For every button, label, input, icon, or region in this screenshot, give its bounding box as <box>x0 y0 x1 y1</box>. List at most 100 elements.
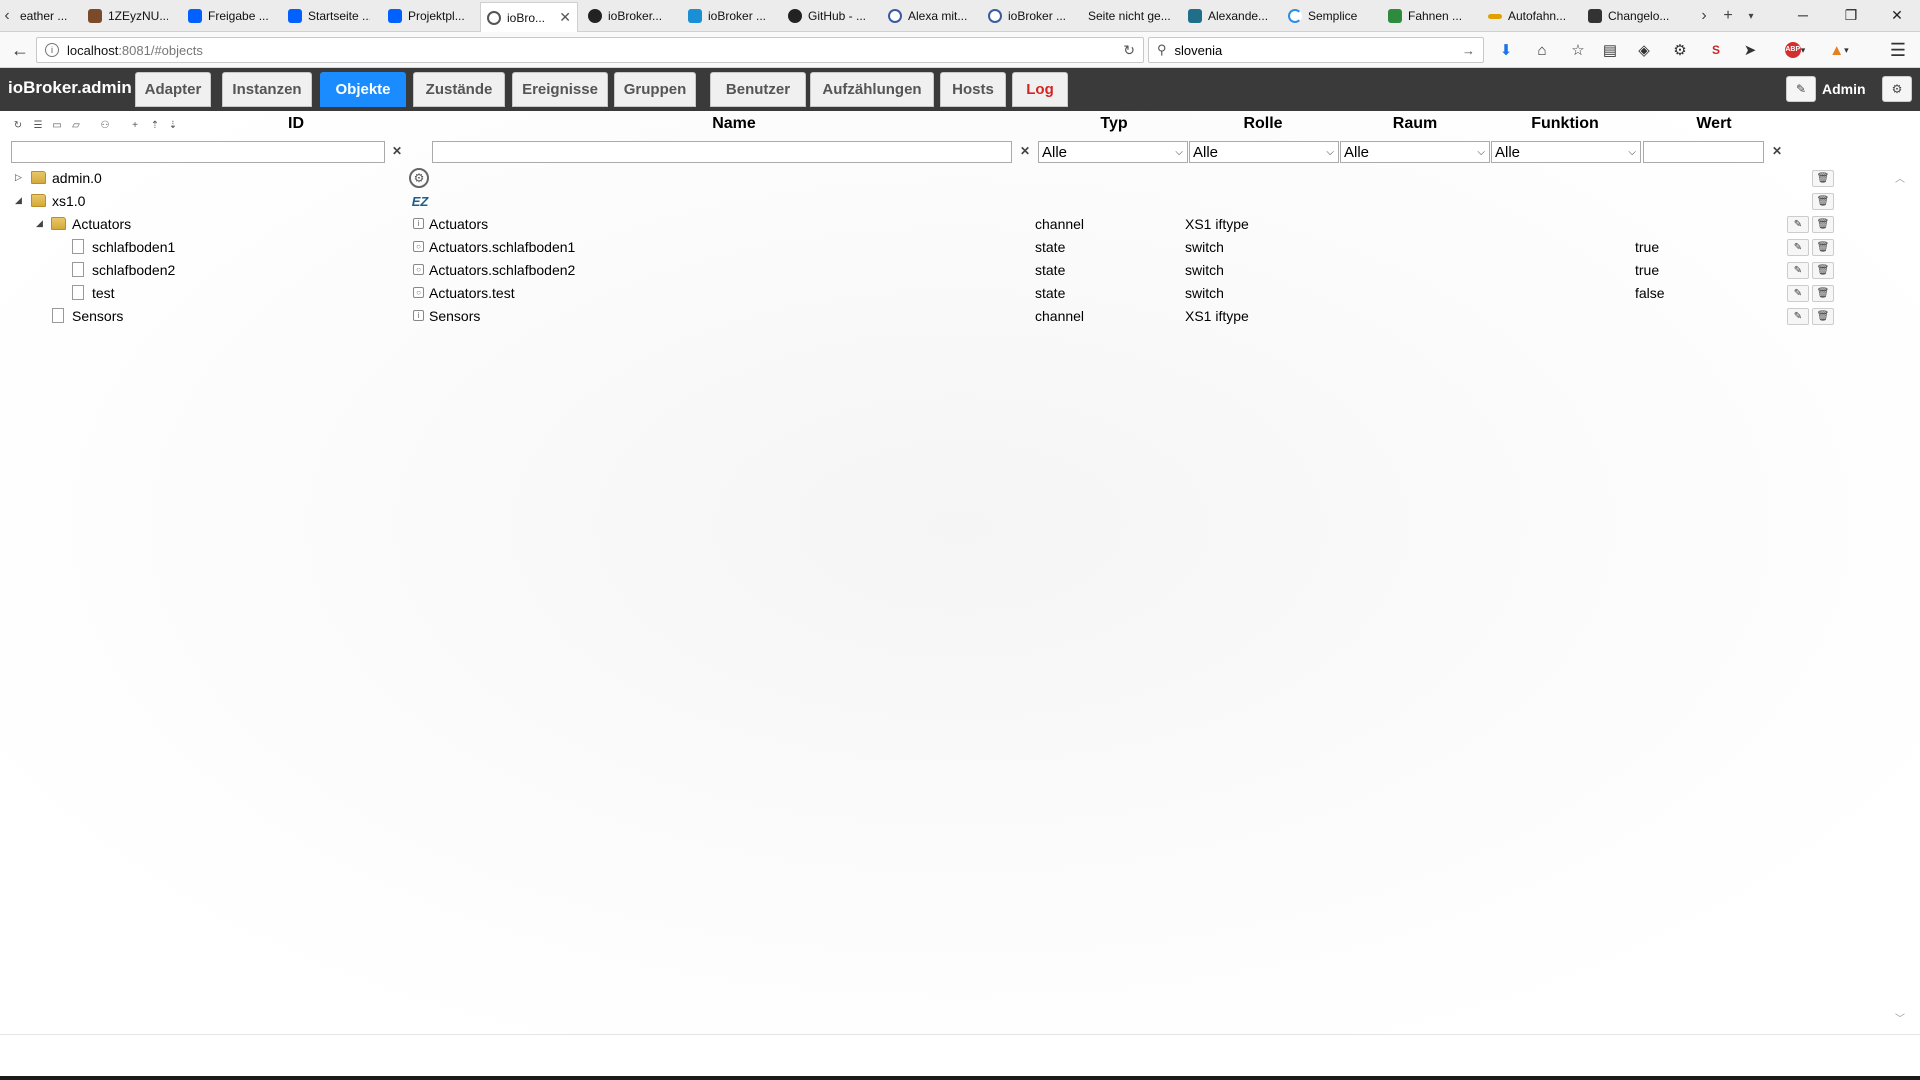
upload-icon[interactable]: ⇡ <box>148 118 162 132</box>
site-info-icon[interactable]: i <box>45 43 59 57</box>
browser-tab[interactable]: 1ZEyzNU... <box>82 2 168 30</box>
tabs-scroll-right-icon[interactable]: › <box>1696 4 1712 28</box>
restore-icon[interactable]: ❐ <box>1828 0 1874 30</box>
table-row[interactable]: Sensors i Sensors channel XS1 iftype ✎ 🗑 <box>0 305 1880 328</box>
row-value[interactable]: true <box>1635 262 1659 278</box>
search-bar[interactable]: ⚲ slovenia → <box>1148 37 1484 63</box>
delete-trash-icon[interactable]: 🗑 <box>1812 285 1834 302</box>
gear-icon[interactable]: ⚙ <box>1668 38 1692 62</box>
add-object-icon[interactable]: + <box>128 118 142 132</box>
funktion-filter-select[interactable]: Alle ⌵ <box>1491 141 1641 163</box>
browser-tab[interactable]: Alexa mit... <box>882 2 976 30</box>
expand-folder-icon[interactable]: ▱ <box>69 118 83 132</box>
close-window-icon[interactable]: ✕ <box>1874 0 1920 30</box>
user-icon[interactable]: ⚇ <box>98 118 112 132</box>
download-icon[interactable]: ⇣ <box>166 118 180 132</box>
tab-adapter[interactable]: Adapter <box>135 72 211 107</box>
table-row[interactable]: schlafboden2 ○ Actuators.schlafboden2 st… <box>0 259 1880 282</box>
row-value[interactable]: true <box>1635 239 1659 255</box>
browser-tab[interactable]: Freigabe ... <box>182 2 268 30</box>
list-view-icon[interactable]: ☰ <box>31 118 45 132</box>
tab-zustaende[interactable]: Zustände <box>413 72 505 107</box>
tab-objekte[interactable]: Objekte <box>320 72 406 107</box>
typ-filter-select[interactable]: Alle ⌵ <box>1038 141 1188 163</box>
tab-log[interactable]: Log <box>1012 72 1068 107</box>
tab-list-chevron-down-icon[interactable]: ▾ <box>1742 4 1760 28</box>
new-tab-icon[interactable]: + <box>1716 4 1740 28</box>
expand-arrow-icon[interactable]: ▷ <box>15 172 22 183</box>
delete-trash-icon[interactable]: 🗑 <box>1812 262 1834 279</box>
browser-tab[interactable]: GitHub - ... <box>782 2 874 30</box>
raum-filter-select[interactable]: Alle ⌵ <box>1340 141 1490 163</box>
clear-name-filter-icon[interactable]: ✕ <box>1018 143 1032 159</box>
table-row[interactable]: schlafboden1 ○ Actuators.schlafboden1 st… <box>0 236 1880 259</box>
browser-tab[interactable]: Fahnen ... <box>1382 2 1476 30</box>
scroll-up-icon[interactable]: ︿ <box>1895 170 1905 185</box>
browser-tab[interactable]: Alexande... <box>1182 2 1274 30</box>
bookmark-star-icon[interactable]: ☆ <box>1566 38 1590 62</box>
table-row[interactable]: ◢ Actuators i Actuators channel XS1 ifty… <box>0 213 1880 236</box>
hamburger-menu-icon[interactable]: ☰ <box>1886 38 1910 62</box>
edit-pencil-icon[interactable]: ✎ <box>1787 262 1809 279</box>
collapse-arrow-icon[interactable]: ◢ <box>36 218 43 229</box>
browser-tab[interactable]: Seite nicht ge... <box>1082 2 1180 30</box>
tab-benutzer[interactable]: Benutzer <box>710 72 806 107</box>
table-row[interactable]: test ○ Actuators.test state switch false… <box>0 282 1880 305</box>
reading-list-icon[interactable]: ▤ <box>1598 38 1622 62</box>
browser-tab[interactable]: eather ... <box>14 2 74 30</box>
clear-id-filter-icon[interactable]: ✕ <box>390 143 404 159</box>
tab-instanzen[interactable]: Instanzen <box>222 72 312 107</box>
rolle-filter-select[interactable]: Alle ⌵ <box>1189 141 1339 163</box>
wert-filter-input[interactable] <box>1643 141 1764 163</box>
browser-tab-active[interactable]: ioBro... ✕ <box>480 2 578 32</box>
adblock-icon[interactable]: ABP ▾ <box>1780 38 1810 62</box>
browser-tab[interactable]: Autofahn... <box>1482 2 1576 30</box>
scroll-down-icon[interactable]: ﹀ <box>1895 1010 1905 1025</box>
delete-trash-icon[interactable]: 🗑 <box>1812 239 1834 256</box>
edit-pencil-icon[interactable]: ✎ <box>1787 239 1809 256</box>
edit-pencil-icon[interactable]: ✎ <box>1786 76 1816 102</box>
delete-trash-icon[interactable]: 🗑 <box>1812 216 1834 233</box>
extension-icon[interactable]: S <box>1704 38 1728 62</box>
tab-hosts[interactable]: Hosts <box>940 72 1006 107</box>
browser-tab[interactable]: Projektpl... <box>382 2 470 30</box>
search-input[interactable]: slovenia <box>1175 43 1223 58</box>
reload-icon[interactable]: ↻ <box>1123 42 1135 59</box>
tab-aufzaehlungen[interactable]: Aufzählungen <box>810 72 934 107</box>
minimize-icon[interactable]: ─ <box>1780 0 1826 30</box>
tab-gruppen[interactable]: Gruppen <box>614 72 696 107</box>
settings-gear-icon[interactable]: ⚙ <box>1882 76 1912 102</box>
id-filter-input[interactable] <box>11 141 385 163</box>
browser-tab[interactable]: ioBroker ... <box>682 2 774 30</box>
tabs-scroll-left-icon[interactable]: ‹ <box>0 4 14 28</box>
delete-trash-icon[interactable]: 🗑 <box>1812 308 1834 325</box>
browser-tab[interactable]: ioBroker... <box>582 2 674 30</box>
delete-trash-icon[interactable]: 🗑 <box>1812 193 1834 210</box>
browser-tab[interactable]: Changelo... <box>1582 2 1678 30</box>
name-filter-input[interactable] <box>432 141 1012 163</box>
row-value[interactable]: false <box>1635 285 1665 301</box>
download-icon[interactable]: ⬇ <box>1494 38 1518 62</box>
close-tab-icon[interactable]: ✕ <box>559 9 571 26</box>
browser-tab[interactable]: ioBroker ... <box>982 2 1074 30</box>
delete-trash-icon[interactable]: 🗑 <box>1812 170 1834 187</box>
collapse-arrow-icon[interactable]: ◢ <box>15 195 22 206</box>
url-bar[interactable]: i localhost :8081/#objects ↻ <box>36 37 1144 63</box>
edit-pencil-icon[interactable]: ✎ <box>1787 216 1809 233</box>
edit-pencil-icon[interactable]: ✎ <box>1787 308 1809 325</box>
refresh-icon[interactable]: ↻ <box>11 118 25 132</box>
back-arrow-icon[interactable]: ← <box>8 38 32 62</box>
collapse-folder-icon[interactable]: ▭ <box>50 118 64 132</box>
pocket-icon[interactable]: ◈ <box>1632 38 1656 62</box>
browser-tab[interactable]: Startseite ... <box>282 2 370 30</box>
table-row[interactable]: ◢ xs1.0 EZ 🗑 <box>0 190 1880 213</box>
extension-menu-icon[interactable]: ▲ ▾ <box>1824 38 1854 62</box>
home-icon[interactable]: ⌂ <box>1530 38 1554 62</box>
send-icon[interactable]: ➤ <box>1738 38 1762 62</box>
clear-wert-filter-icon[interactable]: ✕ <box>1770 143 1784 159</box>
table-row[interactable]: ▷ admin.0 ⚙ 🗑 <box>0 167 1880 190</box>
search-go-icon[interactable]: → <box>1462 43 1475 58</box>
edit-pencil-icon[interactable]: ✎ <box>1787 285 1809 302</box>
browser-tab[interactable]: Semplice <box>1282 2 1376 30</box>
tab-ereignisse[interactable]: Ereignisse <box>512 72 608 107</box>
